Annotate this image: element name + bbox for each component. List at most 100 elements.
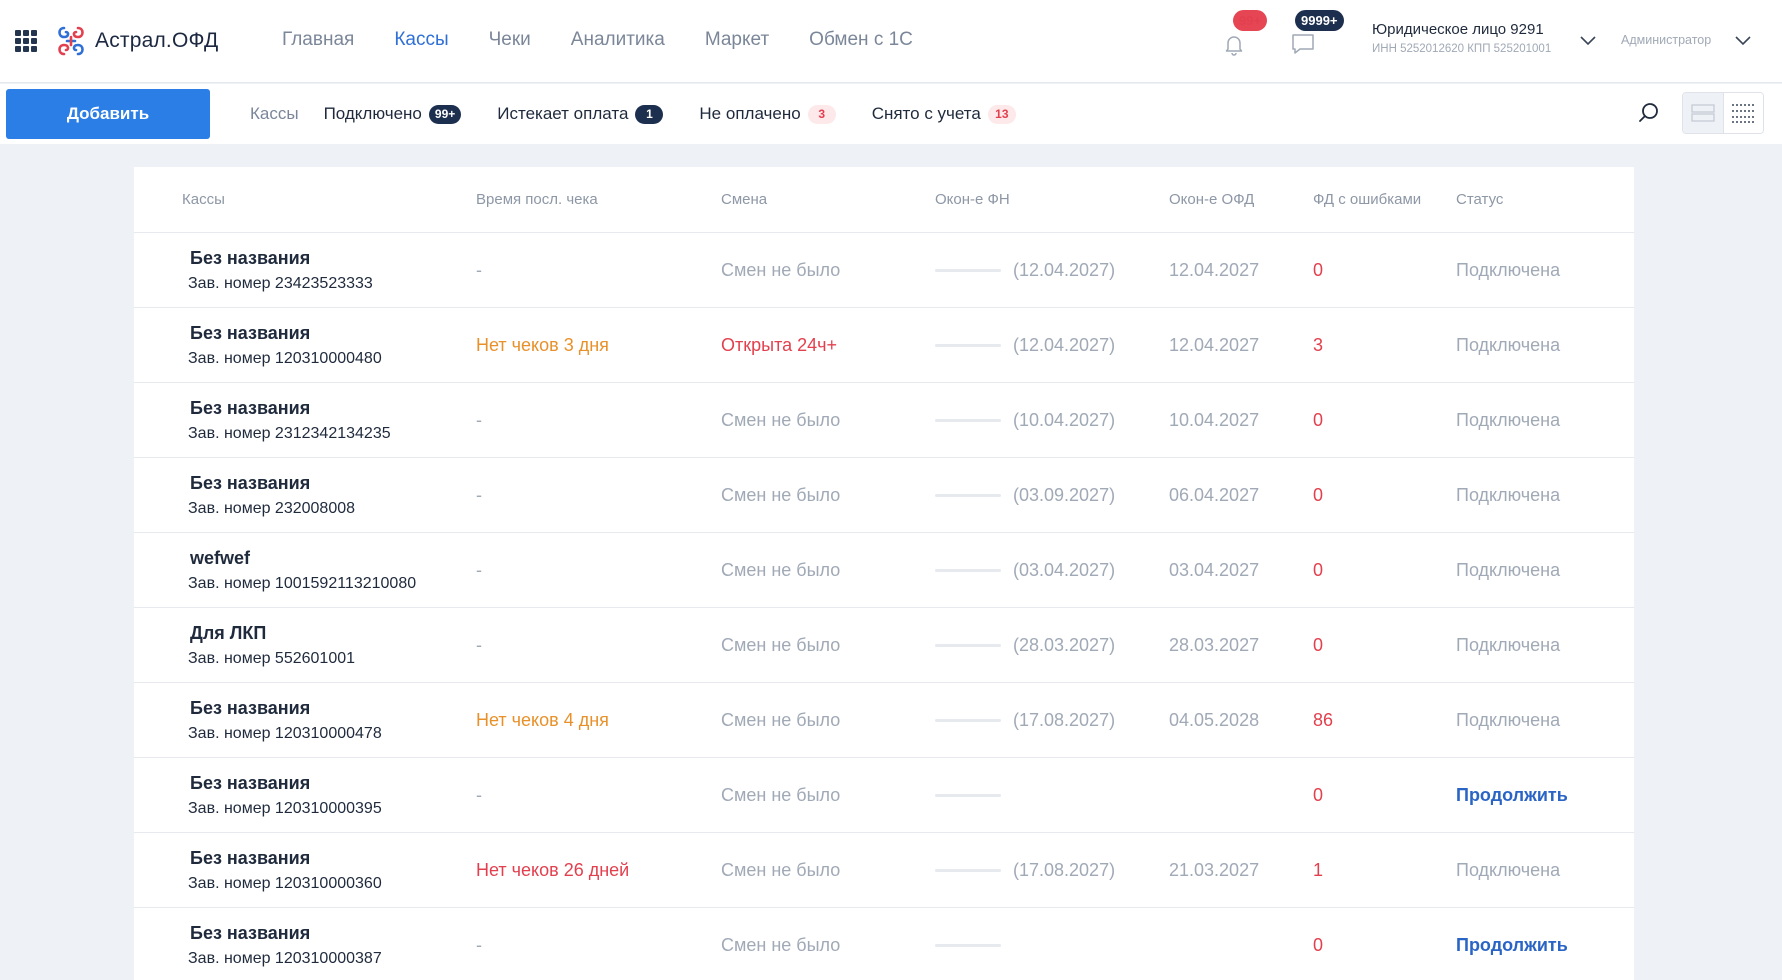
fn-end-date: (12.04.2027) (1013, 335, 1116, 355)
nav-1c-exchange[interactable]: Обмен с 1С (809, 29, 913, 51)
table-row[interactable]: Без названия Зав. номер 120310000360 Нет ч… (134, 833, 1634, 908)
serial-number: Зав. номер 552601001 (188, 650, 356, 667)
kassa-name: Без названия (190, 698, 311, 718)
chevron-down-icon[interactable] (1735, 36, 1751, 46)
shift-status: Смен не было (721, 260, 841, 280)
filter-label: Подключено (323, 104, 422, 123)
last-check-time: - (476, 485, 482, 505)
status-label: Подключена (1456, 335, 1561, 355)
chevron-down-icon[interactable] (1580, 36, 1596, 46)
fn-end-date: (03.04.2027) (1013, 560, 1116, 580)
status-label: Подключена (1456, 860, 1561, 880)
search-icon[interactable] (1637, 101, 1661, 125)
error-docs-count: 1 (1313, 860, 1324, 880)
fn-progress-bar (935, 944, 1001, 947)
nav-market[interactable]: Маркет (705, 29, 769, 51)
list-view-icon (1691, 104, 1715, 122)
fn-progress-bar (935, 344, 1001, 347)
last-check-time: - (476, 260, 482, 280)
serial-number: Зав. номер 1001592113210080 (188, 575, 417, 592)
filter-payment-expiring[interactable]: Истекает оплата 1 (497, 104, 664, 124)
main-nav: Главная Кассы Чеки Аналитика Маркет Обме… (282, 29, 953, 51)
kassa-name: Без названия (190, 248, 311, 268)
continue-link[interactable]: Продолжить (1456, 785, 1568, 806)
column-header-fn-end[interactable]: Окон-е ФН (935, 191, 1010, 208)
filter-toolbar: Добавить Кассы Подключено 99+ Истекает о… (0, 84, 1782, 144)
status-label: Подключена (1456, 560, 1561, 580)
shift-status: Смен не было (721, 410, 841, 430)
column-header-ofd-end[interactable]: Окон-е ОФД (1169, 191, 1254, 208)
table-body: Без названия Зав. номер 23423523333 - Смен … (134, 233, 1634, 980)
bell-icon[interactable] (1222, 32, 1246, 56)
filter-all[interactable]: Кассы (250, 104, 299, 124)
filter-deregistered[interactable]: Снято с учета 13 (872, 104, 1016, 124)
continue-link[interactable]: Продолжить (1456, 935, 1568, 956)
fn-progress-bar (935, 644, 1001, 647)
kassa-name: Без названия (190, 773, 311, 793)
error-docs-count: 0 (1313, 485, 1324, 505)
user-role[interactable]: Администратор (1621, 33, 1711, 47)
nav-analytics[interactable]: Аналитика (571, 29, 665, 51)
table-row[interactable]: Без названия Зав. номер 120310000387 - Смен… (134, 908, 1634, 980)
last-check-time: Нет чеков 3 дня (476, 335, 609, 355)
fn-progress-bar (935, 494, 1001, 497)
shift-status: Смен не было (721, 560, 841, 580)
filter-connected[interactable]: Подключено 99+ (324, 104, 462, 124)
nav-checks[interactable]: Чеки (489, 29, 531, 51)
table-row[interactable]: Без названия Зав. номер 120310000395 - Смен… (134, 758, 1634, 833)
table-row[interactable]: Без названия Зав. номер 120310000480 Нет ч… (134, 308, 1634, 383)
fn-progress-bar (935, 719, 1001, 722)
error-docs-count: 3 (1313, 335, 1324, 355)
apps-grid-icon[interactable] (15, 30, 37, 52)
last-check-time: - (476, 785, 482, 805)
notifications-badge: 99+ (1233, 10, 1268, 31)
column-header-errors[interactable]: ФД с ошибками (1313, 191, 1421, 208)
count-badge: 99+ (428, 104, 462, 124)
error-docs-count: 86 (1313, 710, 1334, 730)
ofd-end-date: 12.04.2027 (1169, 260, 1260, 280)
fn-end-date: (17.08.2027) (1013, 710, 1116, 730)
nav-home[interactable]: Главная (282, 29, 354, 51)
error-docs-count: 0 (1313, 260, 1324, 280)
ofd-end-date: 12.04.2027 (1169, 335, 1260, 355)
view-table-button[interactable] (1722, 93, 1763, 133)
table-row[interactable]: wefwef Зав. номер 1001592113210080 - Смен н… (134, 533, 1634, 608)
error-docs-count: 0 (1313, 410, 1324, 430)
column-header-last-check[interactable]: Время посл. чека (476, 191, 598, 208)
shift-status: Смен не было (721, 485, 841, 505)
view-cards-button[interactable] (1683, 93, 1723, 133)
last-check-time: - (476, 410, 482, 430)
serial-number: Зав. номер 23423523333 (188, 275, 373, 292)
count-badge: 1 (635, 104, 664, 124)
ofd-end-date: 04.05.2028 (1169, 710, 1260, 730)
error-docs-count: 0 (1313, 560, 1324, 580)
table-row[interactable]: Без названия Зав. номер 232008008 - Смен не… (134, 458, 1634, 533)
filter-label: Истекает оплата (497, 104, 629, 123)
table-row[interactable]: Без названия Зав. номер 120310000478 Нет ч… (134, 683, 1634, 758)
ofd-end-date: 28.03.2027 (1169, 635, 1260, 655)
fn-end-date: (03.09.2027) (1013, 485, 1116, 505)
column-header-status[interactable]: Статус (1456, 191, 1503, 208)
column-header-kassy[interactable]: Кассы (182, 191, 225, 208)
fn-end-date: (28.03.2027) (1013, 635, 1116, 655)
fn-progress-bar (935, 794, 1001, 797)
column-header-shift[interactable]: Смена (721, 191, 767, 208)
table-row[interactable]: Без названия Зав. номер 2312342134235 - Сме… (134, 383, 1634, 458)
table-row[interactable]: Без названия Зав. номер 23423523333 - Смен … (134, 233, 1634, 308)
filter-label: Снято с учета (871, 104, 981, 123)
nav-kassy[interactable]: Кассы (394, 29, 448, 51)
filter-unpaid[interactable]: Не оплачено 3 (699, 104, 836, 124)
shift-status: Смен не было (721, 710, 841, 730)
status-label: Подключена (1456, 635, 1561, 655)
add-button[interactable]: Добавить (6, 89, 210, 139)
last-check-time: Нет чеков 26 дней (476, 860, 630, 880)
brand-logo[interactable]: Астрал.ОФД (54, 24, 218, 58)
serial-number: Зав. номер 120310000360 (188, 875, 382, 892)
kassa-name: Без названия (190, 473, 311, 493)
organization-switcher[interactable]: Юридическое лицо 9291 ИНН 5252012620 КПП… (1372, 21, 1551, 55)
serial-number: Зав. номер 2312342134235 (188, 425, 391, 442)
count-badge: 13 (987, 104, 1016, 124)
top-header: Астрал.ОФД Главная Кассы Чеки Аналитика … (0, 0, 1782, 83)
table-row[interactable]: Для ЛКП Зав. номер 552601001 - Смен не было… (134, 608, 1634, 683)
messages-icon[interactable] (1291, 33, 1315, 55)
